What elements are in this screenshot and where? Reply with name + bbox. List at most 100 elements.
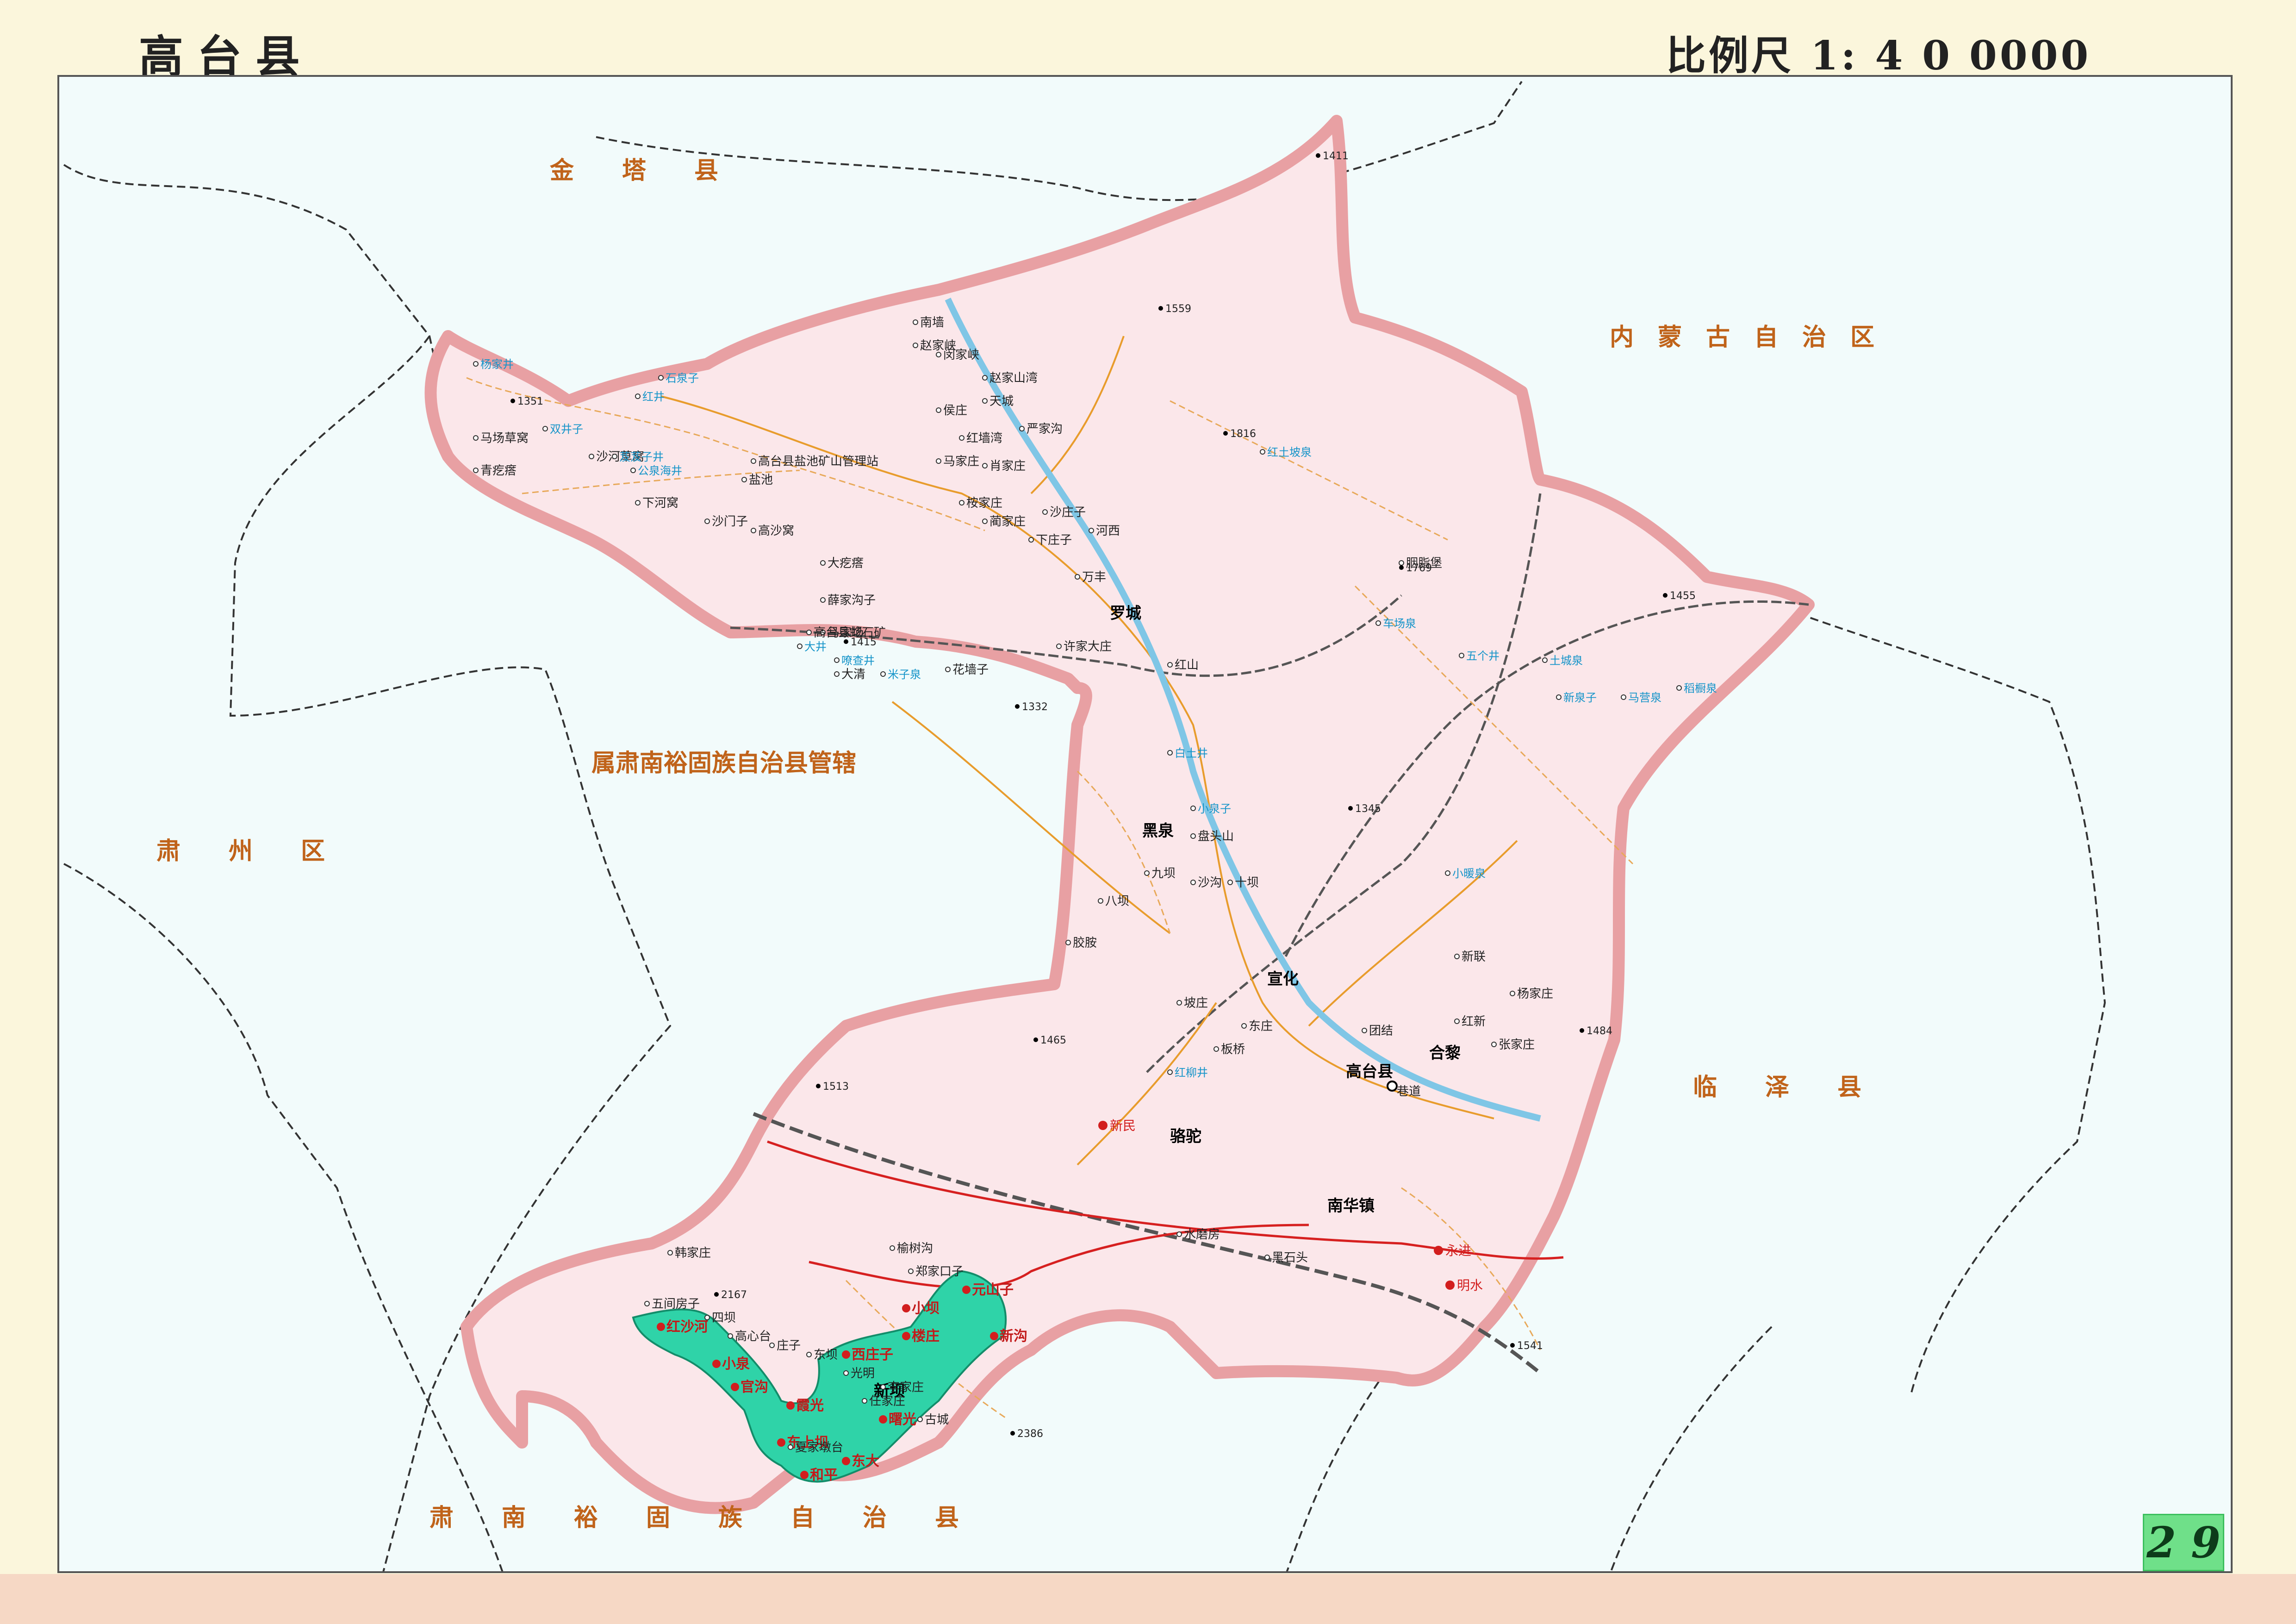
town-label: 芨芨子井 [619,450,664,463]
town-label: 闵家峡 [943,348,979,362]
town-marker [913,319,918,325]
town-marker [982,518,988,524]
town-marker [1445,870,1450,876]
town-label: 严家沟 [1027,422,1063,436]
town-marker [751,458,756,464]
elevation-marker [1399,565,1404,570]
town-label: 古城 [925,1413,949,1427]
town-label: 许家大庄 [1064,640,1112,654]
town-marker [1028,537,1034,543]
town-marker [936,407,941,413]
zone-town-marker [990,1332,998,1340]
town-label: 下庄子 [1036,533,1072,547]
town-marker [834,657,840,663]
town-marker [1056,643,1062,649]
town-marker [1510,991,1515,996]
town-label: 青疙瘩 [480,464,516,478]
town-label: 双井子 [550,423,583,436]
town-label: 大清 [841,668,865,681]
town-marker [741,477,747,482]
town-label: 车场泉 [1383,617,1416,630]
zone-town-label: 西庄子 [852,1347,893,1363]
town-marker [820,597,826,603]
town-label: 五个井 [1466,650,1500,662]
elevation-label: 2386 [1017,1428,1043,1440]
zone-town-marker [657,1323,665,1331]
elevation-marker [1510,1343,1515,1348]
town-marker [1375,620,1381,626]
town-marker [806,630,812,635]
town-label: 李家庄 [888,1380,924,1394]
zone-town-label: 元山子 [972,1282,1014,1298]
town-label: 稻橱泉 [1684,682,1717,695]
town-label: 郑家口子 [915,1265,964,1279]
town-marker [1190,806,1196,811]
zone-town-marker [842,1350,850,1359]
town-label: 蔺家庄 [989,515,1026,529]
town-label: 桉家庄 [966,496,1002,510]
town-marker [982,398,988,404]
town-label: 花墙子 [952,663,989,677]
town-marker [635,500,641,506]
town-marker [936,352,941,357]
town-marker [862,1398,867,1404]
town-marker [843,1370,849,1376]
town-label: 红墙湾 [966,431,1002,445]
town-label: 公泉海井 [638,464,682,477]
town-label: 韩家庄 [675,1246,711,1260]
town-marker [797,643,803,649]
elevation-label: 1351 [517,396,543,407]
town-marker [908,1268,914,1274]
zone-town-marker [777,1438,785,1447]
town-marker [959,500,964,506]
zone-town-label: 楼庄 [912,1328,940,1344]
place-xinmin: 新民 [1110,1118,1136,1133]
neighbor-label-east: 临 泽 县 [1693,1074,1861,1101]
town-marker [1454,954,1460,959]
town-label: 高沙窝 [758,524,794,538]
elevation-label: 1465 [1040,1035,1066,1046]
town-marker [1167,750,1173,756]
elevation-marker [1316,153,1320,158]
zone-town-marker [902,1304,910,1312]
zone-town-marker [800,1471,809,1479]
town-label: 马营泉 [1628,691,1661,704]
elevation-label: 1415 [851,637,877,648]
town-marker [589,454,594,459]
town-label: 沙门子 [712,515,748,529]
zone-town-label: 曙光 [889,1412,916,1428]
town-marker [1399,560,1404,566]
elevation-label: 2167 [721,1289,747,1301]
town-marker [1019,426,1025,431]
town-marker [913,343,918,348]
town-marker [751,528,756,533]
town-marker [880,671,886,677]
town-label: 胶胺 [1073,936,1097,950]
town-marker [1098,898,1103,904]
town-label: 红土坡泉 [1267,446,1312,459]
town-marker [1042,509,1048,515]
neighbor-label-west: 肃 州 区 [156,837,325,865]
zone-town-marker [731,1383,739,1391]
town-label: 盘头山 [1198,830,1234,843]
town-marker [1241,1023,1247,1029]
town-label: 新泉子 [1563,691,1597,704]
elevation-label: 1769 [1406,562,1432,574]
town-marker [1459,653,1464,658]
town-marker [728,1333,733,1339]
elevation-marker [1580,1028,1584,1033]
town-marker [945,667,951,672]
town-marker [704,518,710,524]
elevation-marker [1015,704,1020,709]
town-marker [1676,685,1682,691]
town-marker [1621,694,1626,700]
town-label: 新联 [1462,950,1486,964]
town-label: 沙庄子 [1050,506,1086,519]
county-seat-sub-label: 巷道 [1397,1085,1421,1099]
elevation-marker [1223,431,1228,436]
town-label: 沙沟 [1198,876,1222,890]
town-marker [1227,880,1233,885]
elevation-marker [1158,306,1163,311]
town-marker [880,1384,886,1390]
town-label: 盐池 [749,473,773,487]
